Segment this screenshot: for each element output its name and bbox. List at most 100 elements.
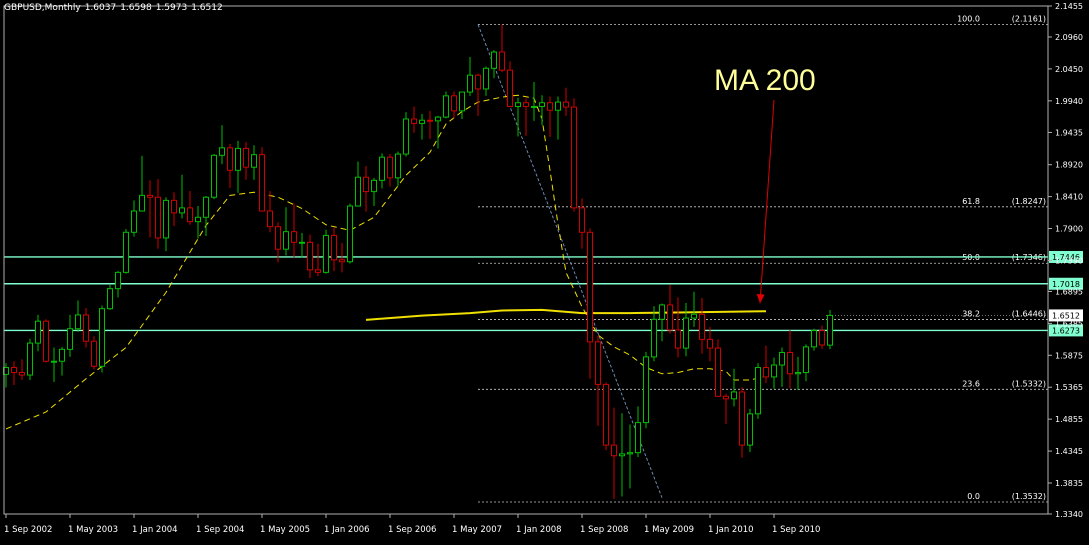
x-tick-label: 1 Sep 2002	[4, 525, 52, 535]
candle	[443, 91, 449, 119]
y-tick-label: 1.5365	[1055, 383, 1083, 392]
fibo-level-value: (1.8247)	[1012, 197, 1046, 206]
candle-body	[699, 313, 705, 340]
candle-body	[643, 356, 649, 424]
candle	[43, 319, 49, 363]
candle-body	[307, 241, 313, 271]
candle-body	[451, 95, 457, 112]
candle-body	[475, 74, 481, 90]
fibo-level-value: (1.3532)	[1012, 492, 1046, 501]
candle-body	[251, 154, 257, 168]
y-tick-label: 1.4855	[1055, 415, 1083, 424]
candle	[715, 339, 721, 397]
x-tick-label: 1 Sep 2010	[772, 525, 820, 535]
candle	[403, 112, 409, 157]
candle-body	[691, 313, 697, 319]
candle-body	[795, 372, 801, 375]
y-tick-label: 1.6895	[1055, 287, 1083, 296]
candle-body	[539, 102, 545, 107]
candle-body	[179, 207, 185, 214]
candle-body	[123, 231, 129, 273]
fibo-level-label: 0.0	[967, 492, 980, 501]
price-chart[interactable]: 100.0 (2.1161) 61.8 (1.8247) 50.0 (1.7346) 38.…	[0, 0, 1089, 541]
x-tick-label: 1 Sep 2006	[388, 525, 436, 535]
candle-body	[731, 391, 737, 400]
candle	[99, 305, 105, 373]
candle-body	[323, 234, 329, 273]
chart-window: 100.0 (2.1161) 61.8 (1.8247) 50.0 (1.7346) 38.…	[0, 0, 1089, 541]
candle-body	[499, 51, 505, 71]
x-tick-label: 1 Jan 2008	[516, 525, 562, 535]
candle-body	[675, 329, 681, 349]
candle-body	[555, 101, 561, 111]
candle-body	[403, 118, 409, 155]
chart-header: GBPUSD,Monthly 1.6037 1.6598 1.5973 1.6512	[4, 3, 227, 13]
candle-body	[331, 234, 337, 261]
x-tick-label: 1 Sep 2004	[196, 525, 244, 535]
candle-body	[83, 314, 89, 342]
y-tick-label: 1.6385	[1055, 319, 1083, 328]
candle-body	[723, 395, 729, 400]
candle-body	[419, 119, 425, 124]
candle-body	[739, 391, 745, 446]
y-tick-label: 1.7390	[1055, 256, 1083, 265]
low-value: 1.5973	[155, 3, 188, 13]
candle-body	[51, 360, 57, 363]
candle-body	[659, 304, 665, 320]
candle-body	[571, 106, 577, 209]
candle	[91, 336, 97, 370]
candle-body	[227, 147, 233, 171]
candle-body	[291, 231, 297, 243]
candle-body	[19, 372, 25, 376]
candle	[603, 382, 609, 451]
y-tick-label: 1.4345	[1055, 447, 1083, 456]
fibo-level-label: 23.6	[962, 379, 980, 388]
candle-body	[603, 383, 609, 446]
candle-body	[531, 105, 537, 108]
candle-body	[611, 444, 617, 457]
candle-body	[819, 330, 825, 346]
y-tick-label: 1.7900	[1055, 225, 1083, 234]
x-tick-label: 1 Jan 2010	[708, 525, 754, 535]
candle-body	[651, 318, 657, 358]
x-tick-label: 1 Jan 2006	[324, 525, 370, 535]
candle-body	[355, 176, 361, 207]
candle-body	[595, 341, 601, 385]
candle-body	[507, 69, 513, 107]
candle-body	[59, 348, 65, 362]
candle-body	[579, 207, 585, 233]
fibo-level-label: 50.0	[962, 253, 980, 262]
candle	[643, 351, 649, 429]
y-tick-label: 1.3835	[1055, 479, 1083, 488]
candle	[827, 310, 833, 350]
candle-body	[27, 342, 33, 376]
candle-body	[163, 199, 169, 239]
candle-body	[147, 194, 153, 198]
candle	[323, 229, 329, 274]
candle-body	[259, 154, 265, 212]
candle-body	[195, 216, 201, 223]
candle-body	[339, 259, 345, 263]
candle	[347, 203, 353, 264]
candle	[747, 408, 753, 453]
x-tick-label: 1 May 2003	[68, 525, 118, 535]
candle-body	[667, 304, 673, 331]
candle-body	[219, 147, 225, 156]
candle-body	[747, 413, 753, 446]
candle-body	[619, 453, 625, 457]
candle-body	[43, 320, 49, 362]
candle-body	[203, 196, 209, 218]
x-tick-label: 1 Sep 2008	[580, 525, 628, 535]
fibo-level-value: (1.5332)	[1012, 379, 1046, 388]
ma-200-annotation: MA 200	[714, 64, 816, 97]
high-value: 1.6598	[120, 3, 152, 13]
candle-body	[563, 101, 569, 108]
candle	[107, 284, 113, 310]
close-value: 1.6512	[191, 3, 223, 13]
candle-body	[115, 271, 121, 290]
candle-body	[411, 118, 417, 124]
candle-body	[379, 156, 385, 181]
candle-body	[771, 364, 777, 378]
candle	[211, 154, 217, 200]
candle-body	[315, 269, 321, 273]
